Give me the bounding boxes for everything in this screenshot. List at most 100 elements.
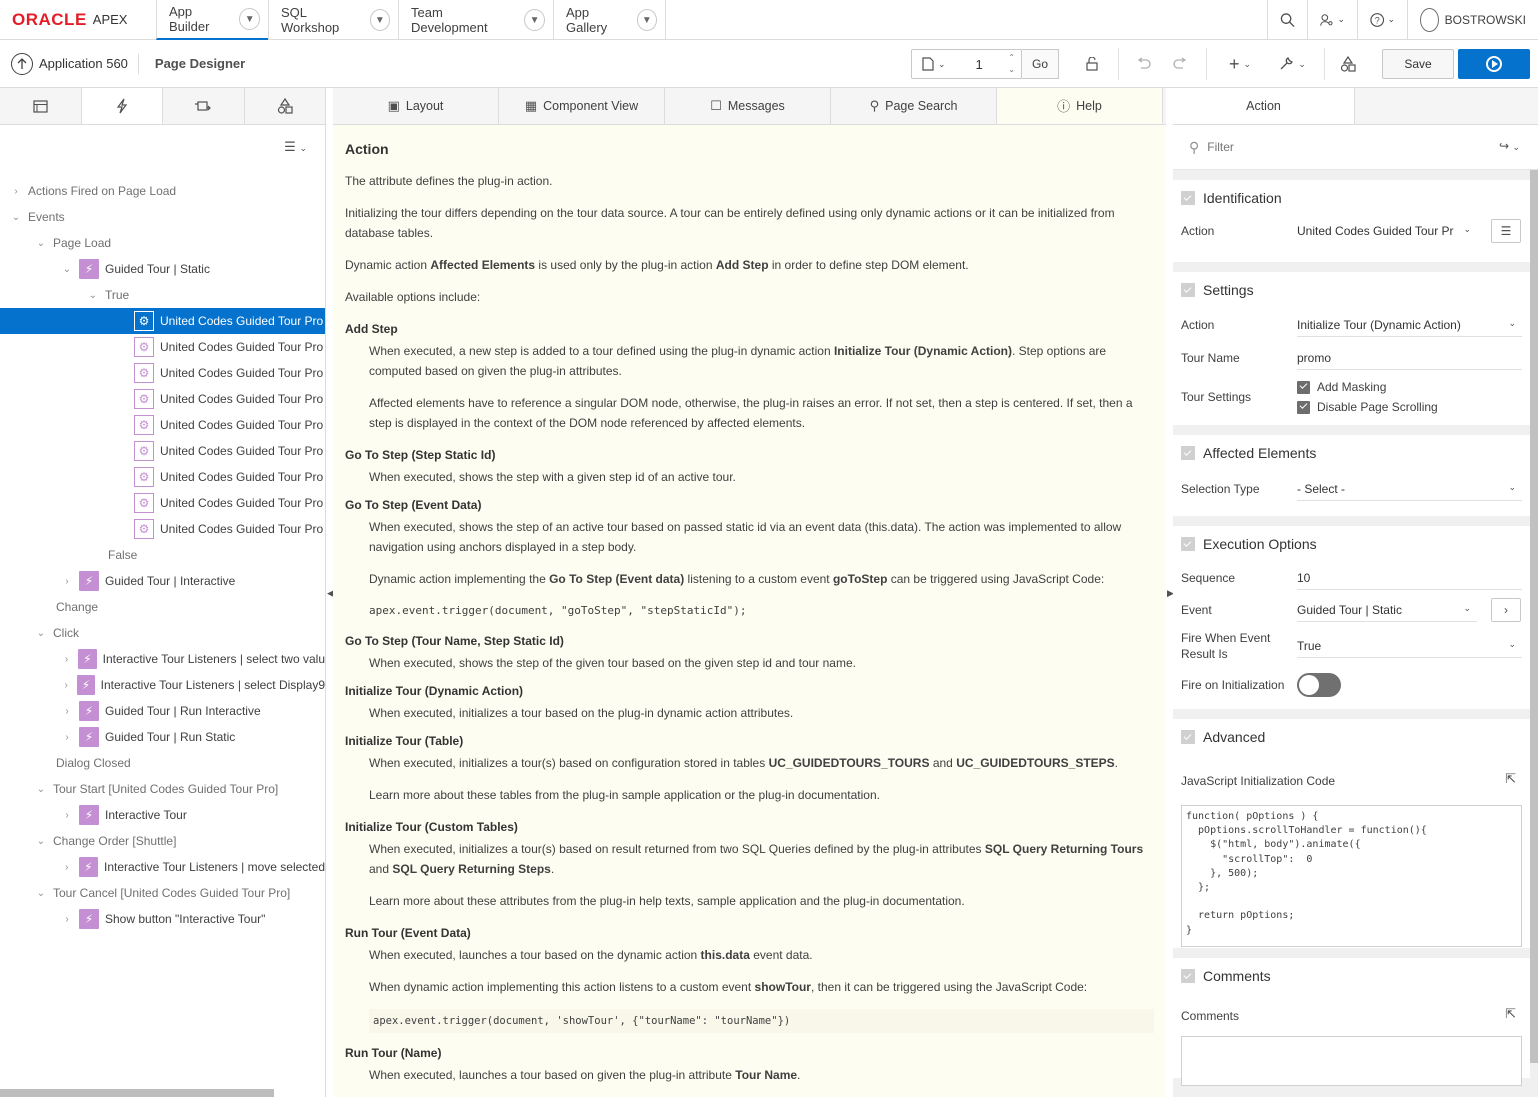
go-to-group-button[interactable]: ↪ ⌄ — [1499, 139, 1520, 153]
tab-page-search[interactable]: ⚲ Page Search — [831, 88, 997, 124]
chevron-down-icon[interactable]: ⌄ — [61, 264, 73, 275]
tree-node-dynamic-action[interactable]: › ⚡ Show button "Interactive Tour" — [0, 906, 325, 932]
tab-component-view[interactable]: ▦ Component View — [499, 88, 665, 124]
group-header[interactable]: Comments — [1173, 958, 1530, 994]
administration-menu-button[interactable]: ⌄ — [1307, 0, 1357, 39]
chevron-down-icon[interactable]: ⌄ — [35, 628, 47, 639]
tab-action[interactable]: Action — [1173, 88, 1355, 124]
tree-node-action[interactable]: ⚙ United Codes Guided Tour Pro — [0, 386, 325, 412]
tab-help[interactable]: ⓘ Help — [997, 88, 1163, 124]
tree-node-false[interactable]: False — [0, 542, 325, 568]
fire-when-select[interactable]: True ⌄ — [1297, 634, 1522, 658]
tree-node-tour-start[interactable]: ⌄ Tour Start [United Codes Guided Tour Pr… — [0, 776, 325, 802]
chevron-down-icon[interactable]: ⌄ — [35, 888, 47, 899]
nav-tab-app-builder[interactable]: App Builder ▼ — [156, 0, 268, 40]
tree-node-action[interactable]: ⚙ United Codes Guided Tour Pro — [0, 516, 325, 542]
chevron-down-icon[interactable]: ▼ — [636, 9, 657, 31]
list-button[interactable]: ☰ — [1491, 219, 1521, 243]
tree-node-action[interactable]: ⚙ United Codes Guided Tour Pro — [0, 438, 325, 464]
redo-button[interactable] — [1168, 49, 1192, 79]
tree-node-page-load[interactable]: ⌄ Page Load — [0, 230, 325, 256]
chevron-down-icon[interactable]: ▼ — [524, 9, 545, 31]
left-splitter[interactable]: ◀ — [326, 88, 334, 1097]
group-header[interactable]: Identification — [1173, 180, 1530, 216]
group-header[interactable]: Execution Options — [1173, 526, 1530, 562]
chevron-down-icon[interactable]: ⌄ — [10, 212, 22, 223]
tab-layout[interactable]: ▣ Layout — [333, 88, 499, 124]
tree-node-dynamic-action[interactable]: › ⚡ Guided Tour | Run Static — [0, 724, 325, 750]
tree-node-dynamic-action[interactable]: › ⚡ Guided Tour | Run Interactive — [0, 698, 325, 724]
tab-dynamic-actions[interactable] — [81, 88, 163, 124]
group-header[interactable]: Affected Elements — [1173, 435, 1530, 471]
chevron-right-icon[interactable]: › — [61, 576, 73, 587]
tree-node-dynamic-action[interactable]: › ⚡ Interactive Tour — [0, 802, 325, 828]
selection-type-select[interactable]: - Select - ⌄ — [1297, 477, 1522, 501]
tree-node-tour-cancel[interactable]: ⌄ Tour Cancel [United Codes Guided Tour P… — [0, 880, 325, 906]
chevron-right-icon[interactable]: › — [10, 186, 22, 197]
filter-input[interactable] — [1207, 140, 1408, 154]
expand-editor-icon[interactable]: ⇱ — [1505, 1006, 1516, 1022]
event-select[interactable]: Guided Tour | Static ⌄ — [1297, 598, 1477, 622]
chevron-right-icon[interactable]: › — [61, 680, 71, 691]
chevron-down-icon[interactable]: ▼ — [239, 8, 260, 30]
chevron-right-icon[interactable]: › — [61, 914, 73, 925]
save-button[interactable]: Save — [1382, 49, 1454, 79]
tab-processing[interactable] — [163, 88, 245, 124]
tree-node-action[interactable]: ⚙ United Codes Guided Tour Pro — [0, 490, 325, 516]
user-menu-button[interactable]: BOSTROWSKI — [1407, 0, 1538, 39]
tree-node-action[interactable]: ⚙ United Codes Guided Tour Pro — [0, 360, 325, 386]
expand-editor-icon[interactable]: ⇱ — [1505, 771, 1516, 787]
tree-node-true[interactable]: ⌄ True — [0, 282, 325, 308]
breadcrumb-application[interactable]: Application 560 — [39, 56, 128, 71]
undo-button[interactable] — [1132, 49, 1156, 79]
sequence-input[interactable]: 10 — [1297, 566, 1522, 590]
tab-messages[interactable]: ☐ Messages — [665, 88, 831, 124]
horizontal-scrollbar[interactable] — [0, 1089, 274, 1097]
disable-page-scrolling-checkbox[interactable]: Disable Page Scrolling — [1297, 397, 1438, 417]
group-header[interactable]: Advanced — [1173, 719, 1530, 755]
chevron-right-icon[interactable]: › — [61, 732, 73, 743]
search-button[interactable] — [1267, 0, 1307, 39]
nav-tab-team-development[interactable]: Team Development ▼ — [398, 0, 553, 40]
chevron-down-icon[interactable]: ⌄ — [35, 836, 47, 847]
tab-rendering[interactable] — [0, 88, 82, 124]
tree-node-dynamic-action[interactable]: › ⚡ Guided Tour | Interactive — [0, 568, 325, 594]
js-init-code-editor[interactable]: function( pOptions ) { pOptions.scrollTo… — [1181, 805, 1522, 947]
group-header[interactable]: Settings — [1173, 272, 1530, 308]
go-button[interactable]: Go — [1022, 49, 1059, 79]
chevron-down-icon[interactable]: ⌄ — [35, 238, 47, 249]
tree-node-dynamic-action[interactable]: › ⚡ Interactive Tour Listeners | select Di… — [0, 672, 325, 698]
tree-node-action[interactable]: ⚙ United Codes Guided Tour Pro — [0, 464, 325, 490]
chevron-down-icon[interactable]: ⌄ — [87, 290, 99, 301]
nav-tab-app-gallery[interactable]: App Gallery ▼ — [553, 0, 666, 40]
go-to-event-button[interactable]: › — [1491, 598, 1521, 622]
tree-node-action[interactable]: ⚙ United Codes Guided Tour Pro — [0, 334, 325, 360]
save-and-run-button[interactable] — [1458, 49, 1530, 79]
back-to-application-button[interactable] — [11, 52, 33, 75]
chevron-right-icon[interactable]: › — [61, 706, 73, 717]
add-masking-checkbox[interactable]: Add Masking — [1297, 377, 1438, 397]
tree-node-action[interactable]: ⚙ United Codes Guided Tour Pro — [0, 412, 325, 438]
tree-node-dynamic-action[interactable]: › ⚡ Interactive Tour Listeners | select tw… — [0, 646, 325, 672]
tree-node-dynamic-action[interactable]: › ⚡ Interactive Tour Listeners | move sele… — [0, 854, 325, 880]
action-select[interactable]: United Codes Guided Tour Pr ⌄ — [1297, 219, 1477, 243]
help-menu-button[interactable]: ? ⌄ — [1357, 0, 1407, 39]
create-menu-button[interactable]: + ⌄ — [1222, 49, 1258, 79]
comments-textarea[interactable] — [1181, 1036, 1522, 1086]
tree-node-action-selected[interactable]: ⚙ United Codes Guided Tour Pro — [0, 308, 325, 334]
tree-node-click[interactable]: ⌄ Click — [0, 620, 325, 646]
tab-shared-components[interactable] — [245, 88, 326, 124]
page-selector[interactable]: ⌄ 1 ⌃ ⌄ — [911, 49, 1022, 79]
lock-page-button[interactable] — [1080, 49, 1104, 79]
tree-menu-button[interactable]: ☰ ⌄ — [284, 139, 307, 155]
tree-node-change[interactable]: Change — [0, 594, 325, 620]
fire-on-initialization-toggle[interactable] — [1297, 673, 1341, 697]
tree-node-dynamic-action[interactable]: ⌄ ⚡ Guided Tour | Static — [0, 256, 325, 282]
chevron-down-icon[interactable]: ▼ — [369, 9, 390, 31]
tree-node-actions-fired-on-page-load[interactable]: › Actions Fired on Page Load — [0, 178, 325, 204]
settings-action-select[interactable]: Initialize Tour (Dynamic Action) ⌄ — [1297, 313, 1522, 337]
tour-name-input[interactable]: promo — [1297, 346, 1522, 370]
page-number-input[interactable]: 1 — [976, 57, 983, 72]
tree-node-events[interactable]: ⌄ Events — [0, 204, 325, 230]
page-stepper[interactable]: ⌃ ⌄ — [1008, 52, 1015, 76]
